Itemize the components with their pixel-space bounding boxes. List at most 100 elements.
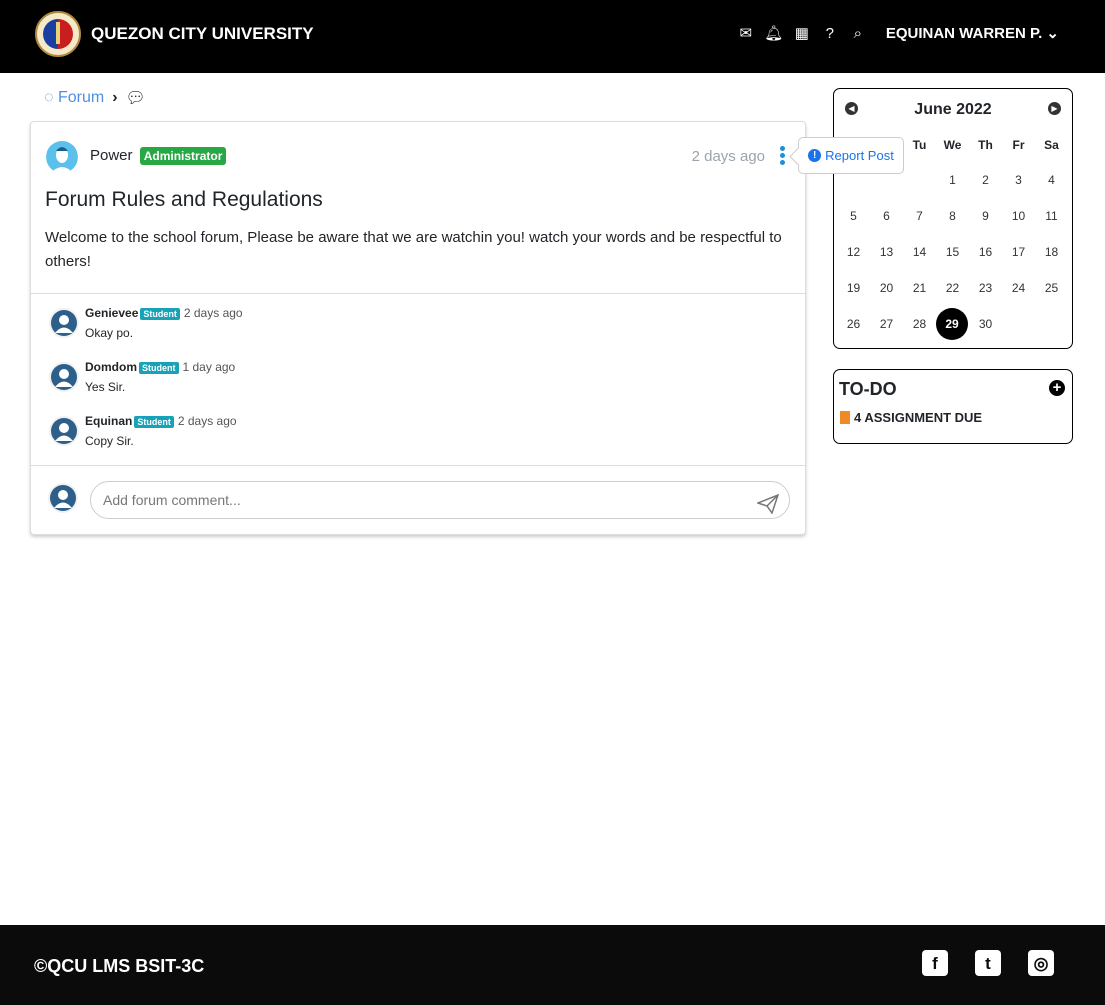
comment-text: Yes Sir.	[85, 380, 126, 394]
commenter-name: Genievee	[85, 306, 139, 320]
comment-header: Equinan Student 2 days ago	[85, 414, 237, 428]
calendar-day[interactable]: 2	[969, 173, 1002, 187]
calendar-day[interactable]: 21	[903, 281, 936, 295]
calendar-day[interactable]: 18	[1035, 245, 1068, 259]
weekday-label: Tu	[912, 138, 927, 152]
search-icon[interactable]: ⌕	[844, 25, 872, 42]
weekday-label: Sa	[1044, 138, 1059, 152]
calendar-day[interactable]: 13	[870, 245, 903, 259]
post-author: Power Administrator	[90, 147, 227, 165]
calendar-day[interactable]: 28	[903, 317, 936, 331]
twitter-icon[interactable]: t	[975, 950, 1001, 976]
bell-icon[interactable]: 🔔︎	[760, 24, 788, 42]
forum-post-card: Power Administrator 2 days ago Forum Rul…	[30, 121, 806, 535]
user-name: EQUINAN WARREN P.	[885, 25, 1043, 42]
send-icon[interactable]	[755, 491, 780, 527]
user-menu[interactable]: EQUINAN WARREN P. ⌄	[886, 24, 1059, 42]
next-month-button[interactable]: ▶	[1048, 102, 1061, 115]
calendar-day[interactable]: 16	[969, 245, 1002, 259]
info-icon: !	[808, 149, 822, 162]
calendar-day[interactable]: 7	[903, 209, 936, 223]
facebook-icon[interactable]: f	[922, 950, 948, 976]
chevron-right-icon: ›	[112, 89, 118, 106]
comments-icon: 💬︎	[125, 90, 146, 107]
report-post-label: Report Post	[825, 148, 894, 163]
calendar-day-today[interactable]: 29	[936, 308, 968, 340]
calendar-day[interactable]: 24	[1002, 281, 1035, 295]
top-navbar: QUEZON CITY UNIVERSITY ✉ 🔔︎ ▦ ? ⌕ EQUINA…	[0, 0, 1105, 73]
footer: ©QCU LMS BSIT-3C f t ◎	[0, 925, 1105, 1005]
breadcrumb-forum[interactable]: ◌ Forum	[44, 89, 104, 107]
calendar-day[interactable]: 25	[1035, 281, 1068, 295]
calendar-day[interactable]: 15	[936, 245, 969, 259]
instagram-icon[interactable]: ◎	[1028, 950, 1054, 976]
student-badge: Student	[134, 416, 174, 428]
commenter-name: Domdom	[85, 360, 137, 374]
calendar-day[interactable]: 8	[936, 209, 969, 223]
calendar-day[interactable]: 5	[837, 209, 870, 223]
calendar-day[interactable]: 3	[1002, 173, 1035, 187]
post-title: Forum Rules and Regulations	[45, 188, 323, 211]
forum-icon: ◌	[44, 89, 58, 106]
university-logo[interactable]	[35, 11, 81, 57]
todo-item-label: 4 ASSIGNMENT DUE	[854, 410, 983, 425]
calendar-day[interactable]: 1	[936, 173, 969, 187]
divider	[31, 293, 805, 294]
calendar-day[interactable]: 22	[936, 281, 969, 295]
student-badge: Student	[140, 308, 180, 320]
breadcrumb: ◌ Forum › 💬︎	[44, 88, 146, 108]
calendar-icon[interactable]: ▦	[788, 24, 816, 42]
admin-badge: Administrator	[139, 147, 227, 165]
commenter-avatar	[49, 416, 79, 446]
report-post-popover[interactable]: ! Report Post	[798, 137, 904, 174]
calendar-month: June 2022	[914, 101, 992, 118]
comment-header: Genievee Student 2 days ago	[85, 306, 243, 320]
comment-text: Copy Sir.	[85, 434, 134, 448]
calendar-day[interactable]: 14	[903, 245, 936, 259]
author-avatar	[46, 140, 78, 174]
commenter-avatar	[49, 308, 79, 338]
kebab-menu-icon[interactable]	[779, 146, 785, 165]
calendar-day[interactable]: 11	[1035, 209, 1068, 223]
calendar-day[interactable]: 30	[969, 317, 1002, 331]
calendar-widget: ◀ June 2022 ▶ SuMoTuWeThFrSa123456789101…	[833, 88, 1073, 349]
commenter-name: Equinan	[85, 414, 133, 428]
calendar-day[interactable]: 4	[1035, 173, 1068, 187]
todo-title: TO-DO	[839, 379, 897, 399]
calendar-day[interactable]: 20	[870, 281, 903, 295]
comment-header: Domdom Student 1 day ago	[85, 360, 235, 374]
calendar-day[interactable]: 19	[837, 281, 870, 295]
comment-time: 1 day ago	[182, 360, 236, 374]
calendar-day[interactable]: 23	[969, 281, 1002, 295]
divider	[31, 465, 805, 466]
add-todo-button[interactable]: +	[1049, 380, 1065, 396]
calendar-day[interactable]: 10	[1002, 209, 1035, 223]
comment-time: 2 days ago	[183, 306, 243, 320]
todo-item[interactable]: 4 ASSIGNMENT DUE	[840, 410, 982, 425]
weekday-label: Fr	[1012, 138, 1025, 152]
brand-name[interactable]: QUEZON CITY UNIVERSITY	[91, 24, 314, 44]
comment-text: Okay po.	[85, 326, 134, 340]
question-icon[interactable]: ?	[816, 25, 844, 42]
calendar-day[interactable]: 26	[837, 317, 870, 331]
calendar-day[interactable]: 12	[837, 245, 870, 259]
calendar-day[interactable]: 9	[969, 209, 1002, 223]
comment-input[interactable]: Add forum comment...	[90, 481, 790, 519]
student-badge: Student	[139, 362, 179, 374]
calendar-day[interactable]: 6	[870, 209, 903, 223]
calendar-day[interactable]: 17	[1002, 245, 1035, 259]
todo-widget: TO-DO + 4 ASSIGNMENT DUE	[833, 369, 1073, 444]
post-time: 2 days ago	[691, 148, 765, 165]
comment-time: 2 days ago	[177, 414, 237, 428]
chevron-down-icon: ⌄	[1046, 25, 1059, 42]
envelope-icon[interactable]: ✉	[732, 24, 760, 42]
commenter-avatar	[49, 362, 79, 392]
post-body: Welcome to the school forum, Please be a…	[45, 229, 782, 270]
weekday-label: We	[943, 138, 962, 152]
weekday-label: Th	[978, 138, 993, 152]
breadcrumb-forum-label: Forum	[57, 89, 105, 106]
file-icon	[840, 411, 850, 424]
copyright: ©QCU LMS BSIT-3C	[34, 956, 205, 976]
current-user-avatar	[48, 483, 78, 513]
calendar-day[interactable]: 27	[870, 317, 903, 331]
